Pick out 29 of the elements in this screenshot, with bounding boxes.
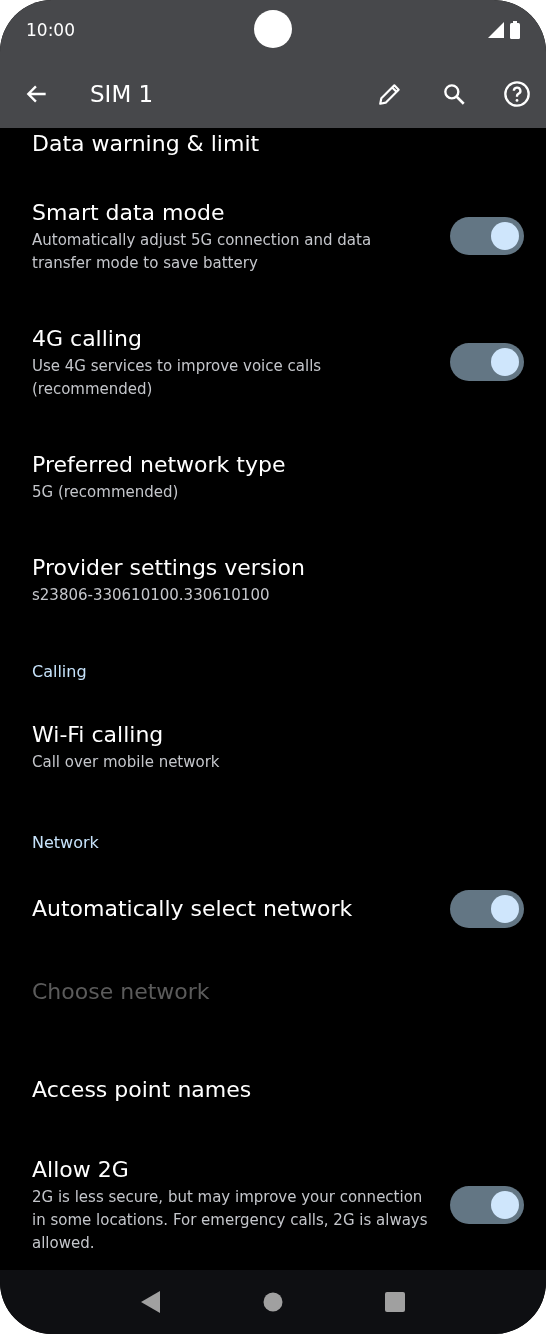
- signal-icon: [488, 22, 504, 38]
- camera-cutout: [254, 10, 292, 48]
- setting-title[interactable]: 4G calling: [32, 323, 430, 355]
- back-nav-button[interactable]: [141, 1291, 161, 1313]
- setting-summary: Automatically adjust 5G connection and data transfer mode to save battery: [32, 230, 373, 274]
- toggle-switch[interactable]: [450, 890, 524, 928]
- setting-title[interactable]: Data warning & limit: [32, 128, 504, 160]
- section-header: Network: [31, 832, 100, 854]
- setting-title[interactable]: Allow 2G: [32, 1154, 430, 1186]
- home-nav-button[interactable]: [263, 1292, 283, 1312]
- setting-summary: 2G is less secure, but may improve your connection in some locations. For emergency calls, 2G is always allowed.: [32, 1187, 429, 1254]
- setting-title[interactable]: Smart data mode: [32, 197, 430, 229]
- toggle-switch[interactable]: [450, 1185, 524, 1224]
- help-icon[interactable]: [502, 79, 532, 109]
- toggle-switch[interactable]: [450, 217, 524, 255]
- setting-title[interactable]: Automatically select network: [32, 893, 430, 925]
- setting-title[interactable]: Wi-Fi calling: [32, 719, 504, 751]
- setting-summary: 5G (recommended): [32, 482, 180, 503]
- status-time: 10:00: [26, 20, 75, 40]
- page-title: SIM 1: [90, 81, 155, 107]
- setting-title[interactable]: Access point names: [32, 1074, 504, 1106]
- toggle-switch[interactable]: [450, 343, 524, 381]
- battery-icon: [510, 21, 520, 39]
- setting-summary: Call over mobile network: [32, 752, 221, 773]
- setting-title[interactable]: Preferred network type: [32, 449, 504, 481]
- setting-summary: Use 4G services to improve voice calls (recommended): [32, 356, 323, 400]
- setting-summary: s23806-330610100.330610100: [32, 585, 271, 606]
- section-header: Calling: [31, 661, 88, 683]
- setting-title[interactable]: Provider settings version: [32, 552, 504, 584]
